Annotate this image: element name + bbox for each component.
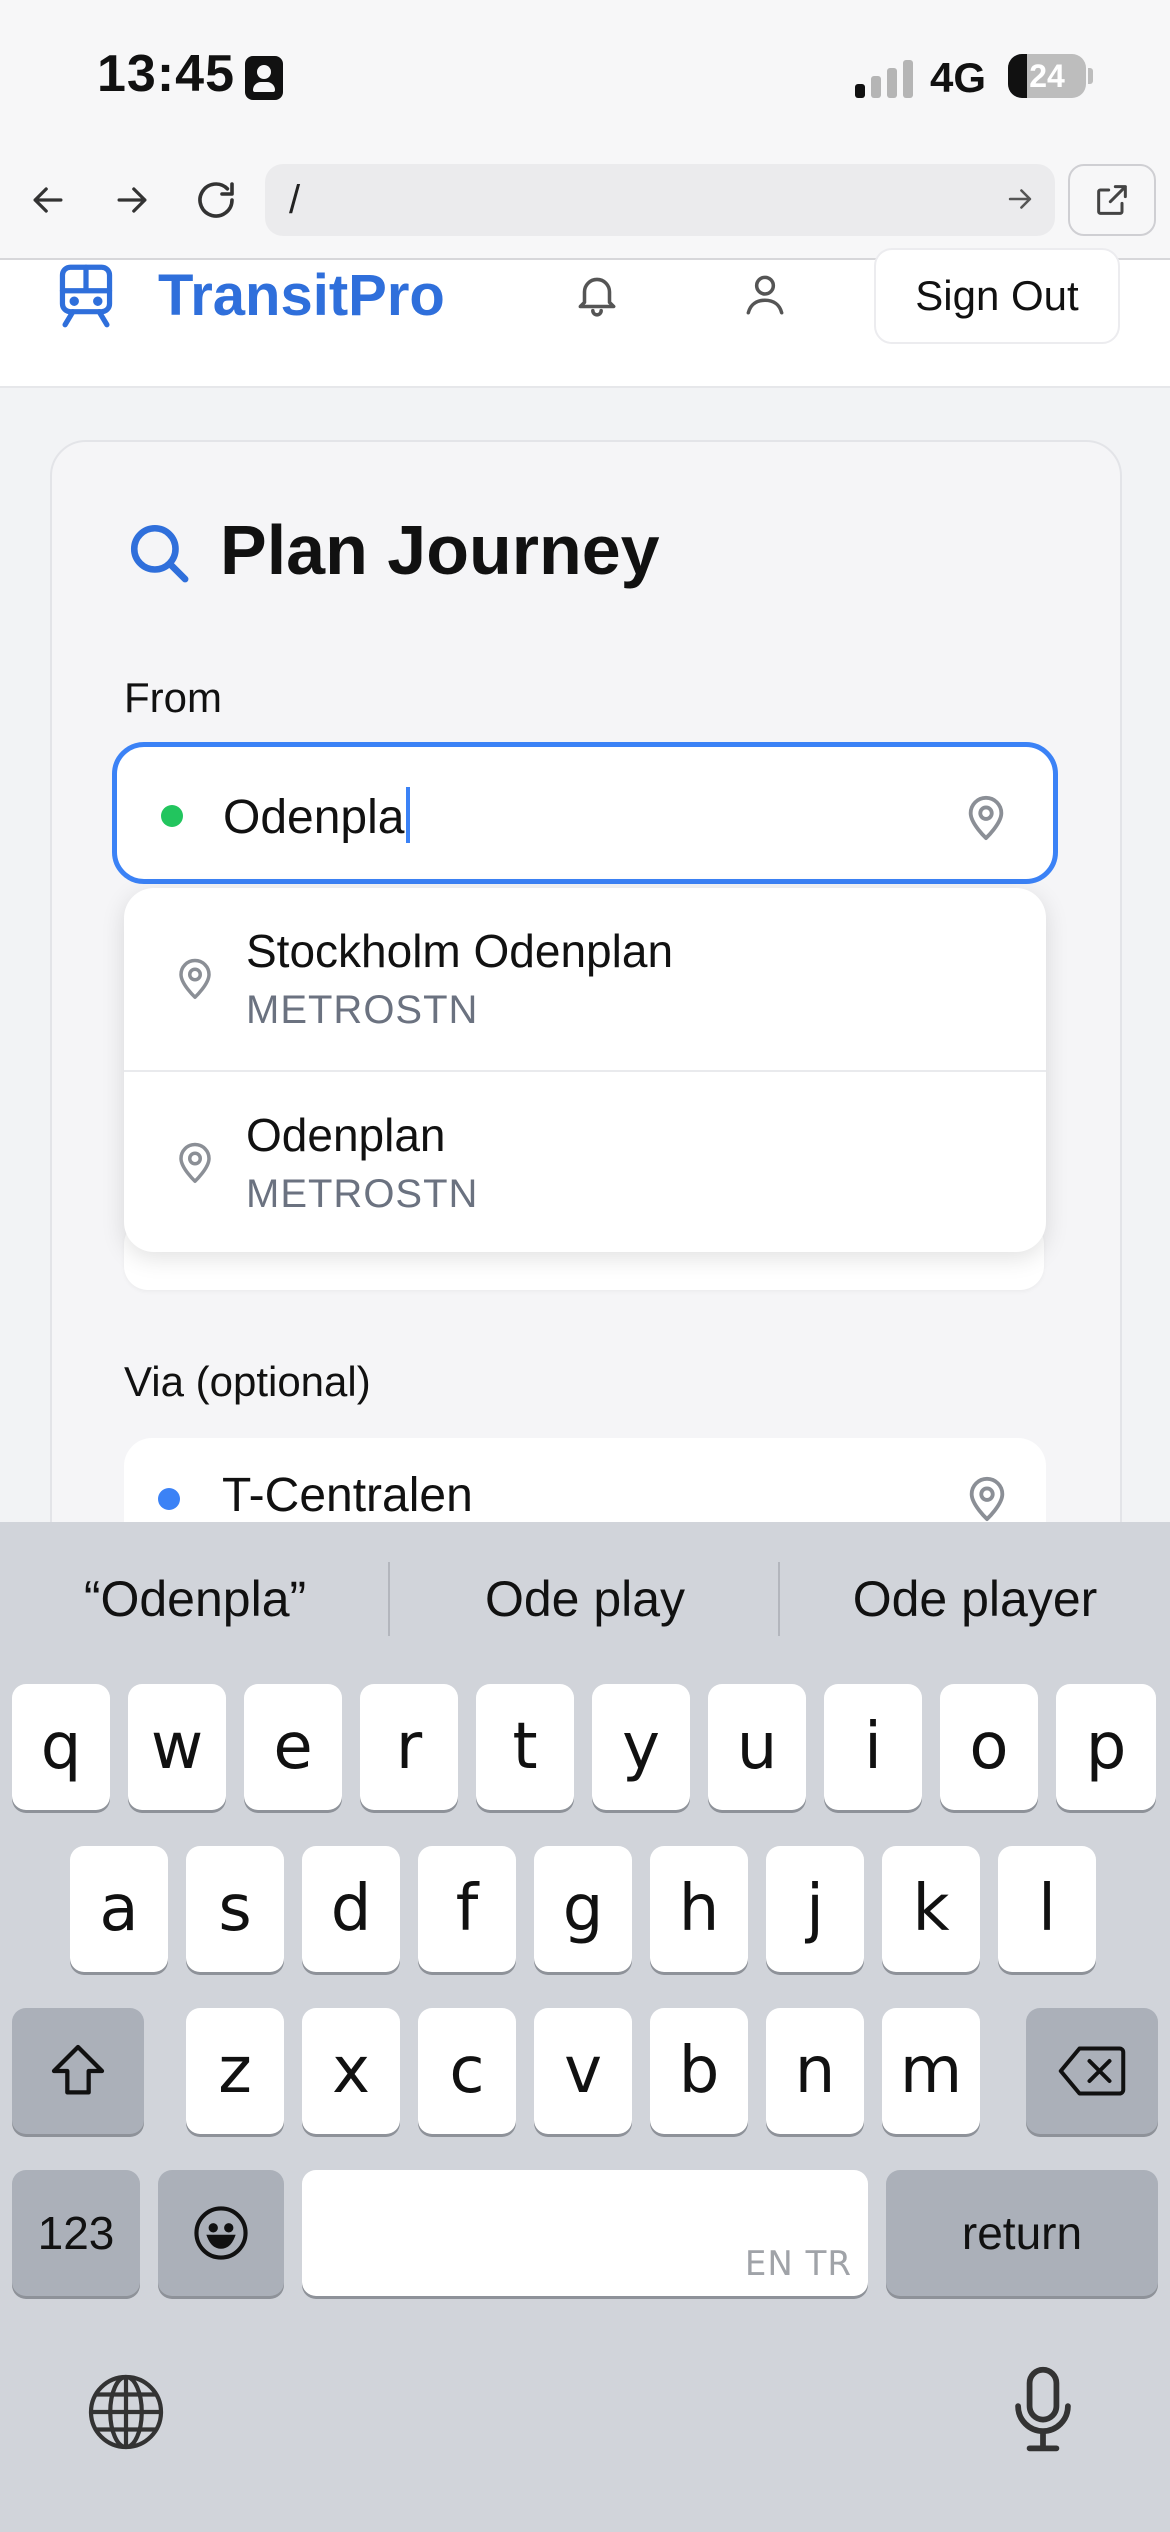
from-input-text: Odenpla: [223, 787, 411, 845]
user-icon[interactable]: [740, 266, 790, 327]
key-a[interactable]: a: [70, 1846, 168, 1972]
key-c[interactable]: c: [418, 2008, 516, 2134]
key-x[interactable]: x: [302, 2008, 400, 2134]
keyboard: “Odenpla” Ode play Ode player q w e r t …: [0, 1522, 1170, 2532]
key-v[interactable]: v: [534, 2008, 632, 2134]
key-j[interactable]: j: [766, 1846, 864, 1972]
suggestion-list: Stockholm Odenplan METROSTN Odenplan MET…: [124, 888, 1046, 1252]
origin-dot: [161, 805, 183, 827]
page-title: Plan Journey: [220, 511, 660, 589]
suggestion-item[interactable]: Stockholm Odenplan METROSTN: [124, 888, 1046, 1070]
space-language-hint: EN TR: [744, 2244, 852, 2284]
key-b[interactable]: b: [650, 2008, 748, 2134]
return-key[interactable]: return: [886, 2170, 1158, 2296]
backspace-icon: [1058, 2046, 1126, 2096]
reload-icon[interactable]: [186, 170, 246, 230]
numbers-key[interactable]: 123: [12, 2170, 140, 2296]
battery-level: 24: [1029, 58, 1065, 94]
from-label: From: [124, 674, 222, 721]
location-pin-icon: [174, 954, 216, 1007]
key-m[interactable]: m: [882, 2008, 980, 2134]
text-caret: [406, 787, 411, 843]
globe-icon[interactable]: [84, 2370, 168, 2459]
sign-out-button[interactable]: Sign Out: [874, 248, 1120, 344]
back-arrow-icon[interactable]: [18, 170, 78, 230]
suggestion-name: Stockholm Odenplan: [246, 925, 674, 977]
key-e[interactable]: e: [244, 1684, 342, 1810]
key-u[interactable]: u: [708, 1684, 806, 1810]
key-r[interactable]: r: [360, 1684, 458, 1810]
search-icon: [126, 520, 192, 591]
backspace-key[interactable]: [1026, 2008, 1158, 2134]
emoji-icon: [194, 2206, 248, 2260]
prediction-item[interactable]: Ode player: [780, 1570, 1170, 1628]
via-label: Via (optional): [124, 1358, 371, 1405]
id-card-icon: [245, 56, 283, 100]
suggestion-name: Odenplan: [246, 1109, 446, 1161]
url-text: /: [289, 178, 301, 222]
key-w[interactable]: w: [128, 1684, 226, 1810]
key-p[interactable]: p: [1056, 1684, 1156, 1810]
key-n[interactable]: n: [766, 2008, 864, 2134]
location-pin-icon[interactable]: [963, 791, 1009, 848]
key-z[interactable]: z: [186, 2008, 284, 2134]
forward-arrow-icon[interactable]: [102, 170, 162, 230]
key-g[interactable]: g: [534, 1846, 632, 1972]
open-external-button[interactable]: [1068, 164, 1156, 236]
from-input[interactable]: Odenpla: [112, 742, 1058, 884]
key-o[interactable]: o: [940, 1684, 1038, 1810]
signal-icon: [855, 58, 915, 98]
brand-name[interactable]: TransitPro: [158, 262, 445, 329]
train-icon: [54, 262, 118, 335]
emoji-key[interactable]: [158, 2170, 284, 2296]
prediction-item[interactable]: “Odenpla”: [0, 1570, 390, 1628]
key-y[interactable]: y: [592, 1684, 690, 1810]
open-external-icon: [1097, 185, 1127, 215]
network-type: 4G: [930, 54, 987, 101]
suggestion-item[interactable]: Odenplan METROSTN: [124, 1070, 1046, 1252]
status-bar: 13:45 4G 24: [0, 0, 1170, 150]
status-time: 13:45: [97, 45, 235, 103]
go-arrow-icon[interactable]: [1003, 182, 1037, 221]
suggestion-type: METROSTN: [246, 1172, 479, 1216]
shift-icon: [51, 2044, 105, 2095]
battery-tip: [1088, 68, 1093, 84]
key-h[interactable]: h: [650, 1846, 748, 1972]
shift-key[interactable]: [12, 2008, 144, 2134]
key-q[interactable]: q: [12, 1684, 110, 1810]
key-f[interactable]: f: [418, 1846, 516, 1972]
key-t[interactable]: t: [476, 1684, 574, 1810]
key-s[interactable]: s: [186, 1846, 284, 1972]
microphone-icon[interactable]: [1008, 2364, 1078, 2461]
location-pin-icon[interactable]: [964, 1472, 1010, 1529]
key-k[interactable]: k: [882, 1846, 980, 1972]
url-field[interactable]: /: [265, 164, 1055, 236]
bell-icon[interactable]: [572, 266, 622, 327]
prediction-bar: “Odenpla” Ode play Ode player: [0, 1522, 1170, 1678]
location-pin-icon: [174, 1138, 216, 1191]
space-key[interactable]: EN TR: [302, 2170, 868, 2296]
prediction-item[interactable]: Ode play: [390, 1570, 780, 1628]
battery-icon: 24: [1008, 54, 1086, 98]
key-l[interactable]: l: [998, 1846, 1096, 1972]
suggestion-type: METROSTN: [246, 988, 479, 1032]
via-dot: [158, 1488, 180, 1510]
via-value: T-Centralen: [222, 1469, 473, 1522]
key-i[interactable]: i: [824, 1684, 922, 1810]
key-d[interactable]: d: [302, 1846, 400, 1972]
browser-toolbar: /: [0, 150, 1170, 260]
from-value: Odenpla: [223, 791, 405, 844]
